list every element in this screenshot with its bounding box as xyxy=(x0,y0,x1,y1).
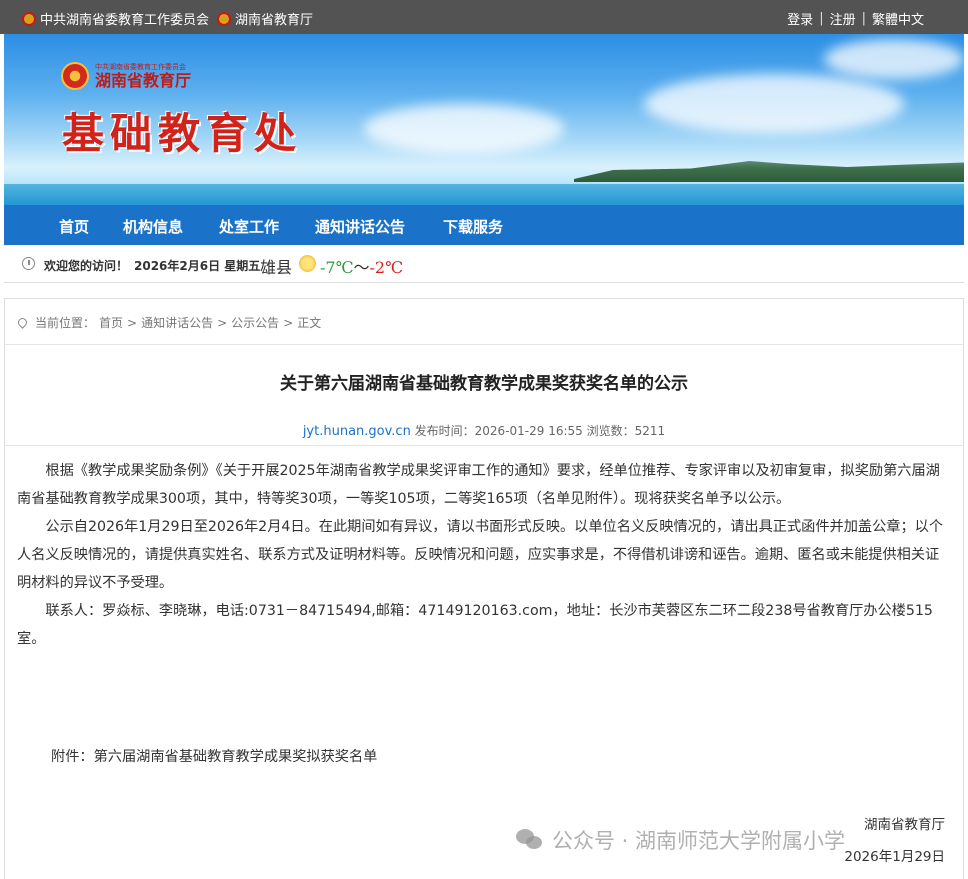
logo-dept-text: 湖南省教育厅 xyxy=(95,70,192,90)
breadcrumb-current: 正文 xyxy=(297,316,322,330)
top-bar-orgs: 中共湖南省委教育工作委员会 湖南省教育厅 xyxy=(22,9,313,28)
breadcrumb-sep: > xyxy=(283,315,294,330)
breadcrumb-home[interactable]: 首页 xyxy=(99,314,123,331)
account-links: 登录 | 注册 | 繁體中文 xyxy=(787,9,924,28)
views-count: 5211 xyxy=(634,424,666,438)
divider xyxy=(5,445,963,446)
login-link[interactable]: 登录 xyxy=(787,9,813,28)
nav-item-office-work[interactable]: 处室工作 xyxy=(219,216,279,237)
wechat-watermark: 公众号 · 湖南师范大学附属小学 xyxy=(516,825,845,855)
divider xyxy=(5,344,963,345)
sunny-weather-icon xyxy=(299,255,316,272)
article-paragraph: 公示自2026年1月29日至2026年2月4日。在此期间如有异议，请以书面形式反… xyxy=(17,519,944,591)
breadcrumb-sep: > xyxy=(127,315,138,330)
attachment-link[interactable]: 附件：第六届湖南省基础教育教学成果奖拟获奖名单 xyxy=(51,746,377,766)
views-label: 浏览数： xyxy=(586,424,635,438)
nav-item-home[interactable]: 首页 xyxy=(59,216,89,237)
national-emblem-icon xyxy=(61,62,89,90)
weather-city: 雄县 xyxy=(260,258,293,277)
article-paragraph: 根据《教学成果奖励条例》《关于开展2025年湖南省教学成果奖评审工作的通知》要求… xyxy=(17,463,940,507)
org-link-party[interactable]: 中共湖南省委教育工作委员会 xyxy=(40,9,209,28)
current-date: 2026年2月6日 星期五 xyxy=(134,259,261,273)
article-source: jyt.hunan.gov.cn xyxy=(302,424,411,439)
breadcrumb-announcements[interactable]: 公示公告 xyxy=(231,314,279,331)
nav-item-notices[interactable]: 通知讲话公告 xyxy=(315,216,405,237)
site-logo[interactable]: 中共湖南省委教育工作委员会 湖南省教育厅 xyxy=(61,62,191,90)
breadcrumb: 当前位置： 首页 > 通知讲话公告 > 公示公告 > 正文 xyxy=(16,314,322,331)
temp-low: -7℃ xyxy=(320,258,354,277)
party-emblem-icon xyxy=(22,11,36,26)
landscape-decoration xyxy=(574,161,964,182)
national-emblem-icon xyxy=(217,11,232,26)
article-body: 根据《教学成果奖励条例》《关于开展2025年湖南省教学成果奖评审工作的通知》要求… xyxy=(17,457,947,653)
cloud-decoration xyxy=(824,39,964,79)
welcome-bar: 欢迎您的访问！ 2026年2月6日 星期五 雄县 -7℃～-2℃ xyxy=(4,245,964,283)
cloud-decoration xyxy=(364,104,564,154)
article-title: 关于第六届湖南省基础教育教学成果奖获奖名单的公示 xyxy=(280,374,688,394)
breadcrumb-notices[interactable]: 通知讲话公告 xyxy=(141,314,213,331)
welcome-message: 欢迎您的访问！ xyxy=(44,259,129,273)
water-decoration xyxy=(4,184,964,205)
clock-icon xyxy=(22,257,35,270)
breadcrumb-prefix: 当前位置： xyxy=(35,316,96,330)
nav-item-org-info[interactable]: 机构信息 xyxy=(123,216,183,237)
nav-item-downloads[interactable]: 下载服务 xyxy=(443,216,503,237)
breadcrumb-sep: > xyxy=(217,315,228,330)
separator: | xyxy=(819,11,824,26)
signature-org: 湖南省教育厅 xyxy=(864,817,945,833)
article-meta: jyt.hunan.gov.cn 发布时间：2026-01-29 16:55 浏… xyxy=(5,422,963,439)
language-toggle-link[interactable]: 繁體中文 xyxy=(872,9,924,28)
watermark-text: 公众号 · 湖南师范大学附属小学 xyxy=(552,829,846,853)
separator: | xyxy=(861,11,866,26)
site-banner: 中共湖南省委教育工作委员会 湖南省教育厅 基础教育处 xyxy=(4,34,964,205)
register-link[interactable]: 注册 xyxy=(830,9,856,28)
weather-temperature: -7℃～-2℃ xyxy=(320,254,403,278)
publish-label: 发布时间： xyxy=(414,424,475,438)
wechat-icon xyxy=(516,829,544,851)
location-pin-icon xyxy=(16,316,29,329)
site-title: 基础教育处 xyxy=(62,109,303,158)
cloud-decoration xyxy=(644,74,904,134)
temp-separator: ～ xyxy=(353,258,370,277)
publish-time: 2026-01-29 16:55 xyxy=(474,424,583,438)
top-bar: 中共湖南省委教育工作委员会 湖南省教育厅 登录 | 注册 | 繁體中文 xyxy=(0,0,968,34)
org-link-edu[interactable]: 湖南省教育厅 xyxy=(235,9,313,28)
temp-high: -2℃ xyxy=(369,258,403,277)
main-nav: 首页 机构信息 处室工作 通知讲话公告 下载服务 xyxy=(4,205,964,245)
signature-date: 2026年1月29日 xyxy=(844,849,945,865)
article-container: 当前位置： 首页 > 通知讲话公告 > 公示公告 > 正文 关于第六届湖南省基础… xyxy=(4,298,964,879)
article-paragraph: 联系人：罗焱标、李晓琳，电话:0731－84715494,邮箱：47149120… xyxy=(17,603,933,647)
